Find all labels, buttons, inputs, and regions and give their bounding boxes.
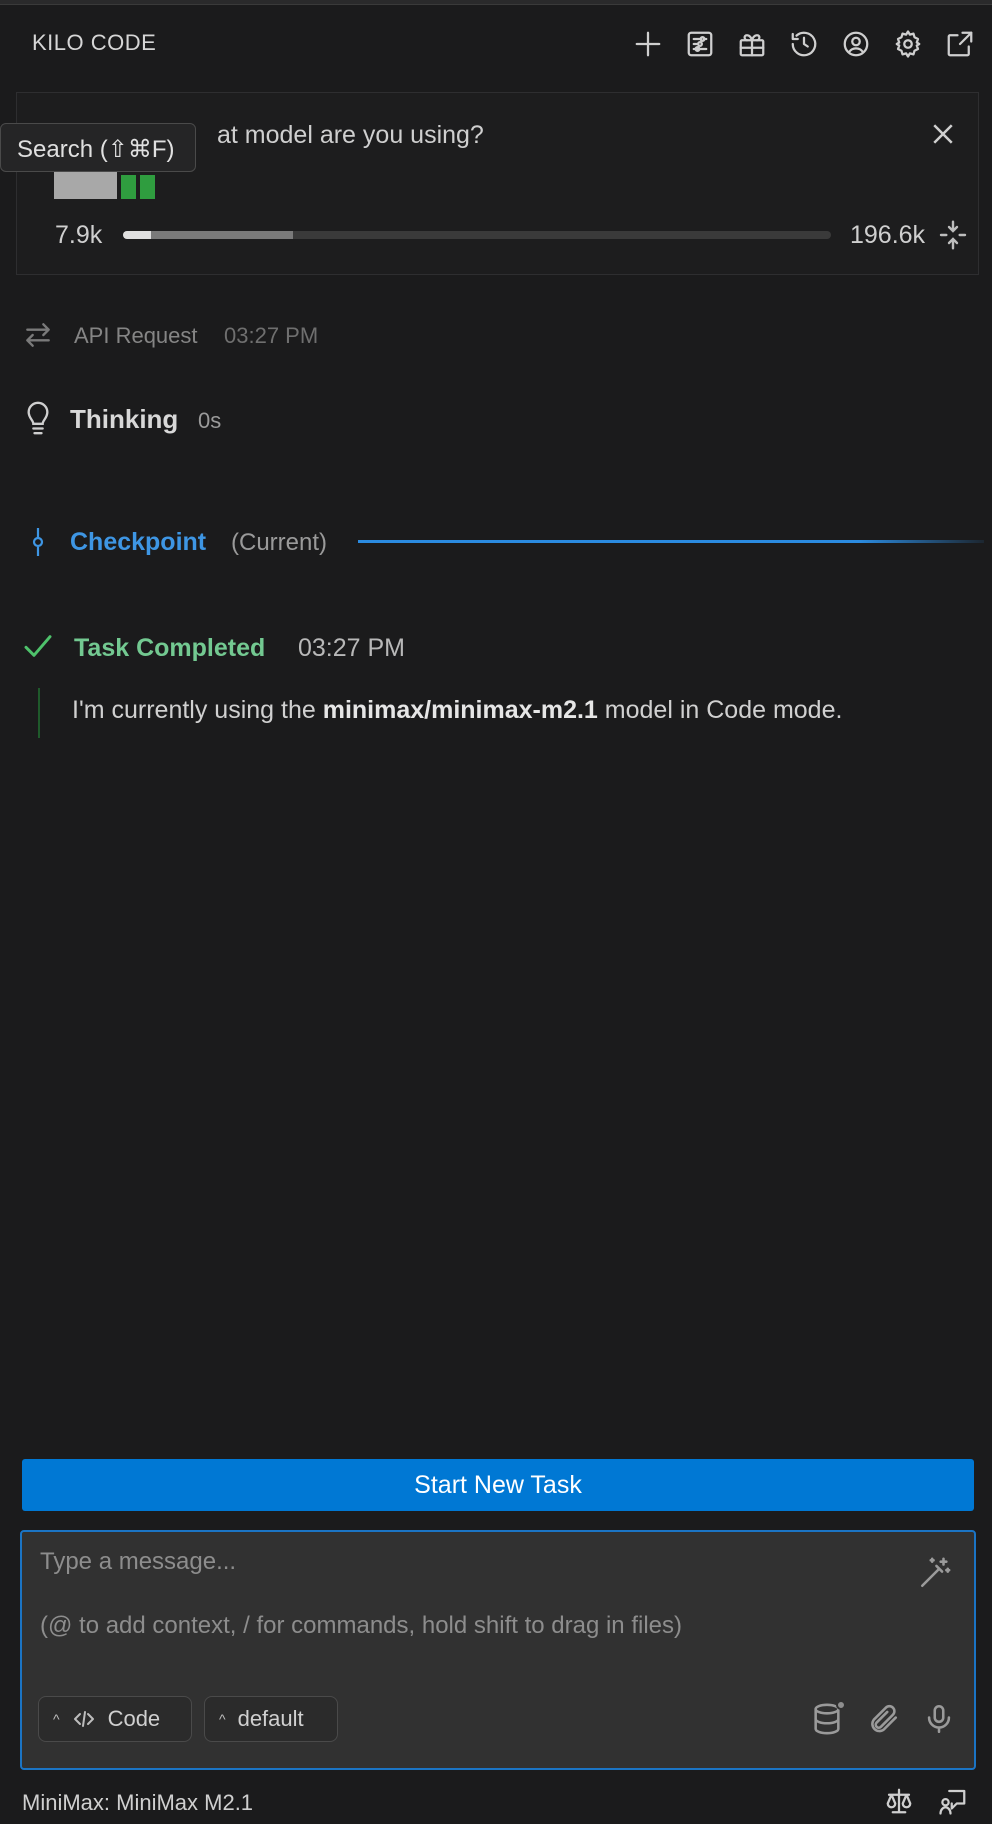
profile-selector[interactable]: ^ default <box>204 1696 338 1742</box>
marketplace-icon[interactable] <box>732 24 772 64</box>
chat-input[interactable]: Type a message... (@ to add context, / f… <box>20 1530 976 1770</box>
scales-icon[interactable] <box>884 1786 916 1818</box>
history-icon[interactable] <box>784 24 824 64</box>
task-header-card: at model are you using? 7.9k 196.6k <box>16 92 979 275</box>
input-tools <box>810 1700 958 1738</box>
input-hint: (@ to add context, / for commands, hold … <box>40 1612 682 1639</box>
chevron-up-icon: ^ <box>53 1711 60 1727</box>
thinking-label: Thinking <box>70 404 179 434</box>
mode-label: Code <box>107 1706 161 1731</box>
model-label[interactable]: MiniMax: MiniMax M2.1 <box>22 1790 253 1816</box>
search-tooltip: Search (⇧⌘F) <box>0 123 196 172</box>
api-request-time: 03:27 PM <box>224 323 319 348</box>
task-completed-row: Task Completed 03:27 PM <box>0 628 992 668</box>
status-bar: MiniMax: MiniMax M2.1 <box>0 1788 992 1818</box>
answer-suffix: model in Code mode. <box>597 696 843 724</box>
panel-header: KILO CODE <box>0 6 992 76</box>
context-fill-used <box>123 231 152 239</box>
paperclip-icon[interactable] <box>866 1702 902 1738</box>
start-new-task-button[interactable]: Start New Task <box>22 1459 974 1511</box>
enhance-prompt-icon[interactable] <box>918 1556 952 1590</box>
feedback-icon[interactable] <box>938 1786 970 1818</box>
answer-model-name: minimax/minimax-m2.1 <box>322 696 598 724</box>
condense-context-icon[interactable] <box>937 219 969 251</box>
status-dot <box>836 1700 846 1710</box>
checkpoint-label: Checkpoint <box>70 528 207 556</box>
completion-result: I'm currently using the minimax/minimax-… <box>38 688 978 738</box>
account-icon[interactable] <box>836 24 876 64</box>
context-window-row: 7.9k 196.6k <box>37 219 977 251</box>
panel-title: KILO CODE <box>32 30 157 55</box>
top-border <box>0 0 992 5</box>
mode-selector[interactable]: ^ Code <box>38 1696 192 1742</box>
token-bar-green <box>121 175 136 199</box>
api-request-label: API Request <box>74 323 198 348</box>
completion-text: I'm currently using the minimax/minimax-… <box>72 696 842 725</box>
thinking-duration: 0s <box>198 408 222 433</box>
arrows-exchange-icon <box>26 323 50 347</box>
checkpoint-divider <box>358 540 984 543</box>
database-icon[interactable] <box>810 1700 846 1738</box>
context-tokens-used: 7.9k <box>55 221 103 249</box>
chevron-up-icon: ^ <box>219 1711 226 1727</box>
task-completed-label: Task Completed <box>74 634 266 662</box>
token-bar-green <box>140 175 155 199</box>
mcp-servers-icon[interactable] <box>680 24 720 64</box>
context-window-size: 196.6k <box>850 221 926 249</box>
microphone-icon[interactable] <box>922 1702 958 1738</box>
footer-icons <box>884 1786 970 1818</box>
profile-label: default <box>237 1706 304 1731</box>
task-completed-time: 03:27 PM <box>298 634 406 662</box>
header-toolbar <box>628 24 980 64</box>
checkpoint-row[interactable]: Checkpoint (Current) <box>0 522 992 562</box>
context-progress-bar <box>123 231 831 239</box>
context-fill-reserved <box>151 231 293 239</box>
open-in-editor-icon[interactable] <box>940 24 980 64</box>
checkpoint-state: (Current) <box>231 529 328 556</box>
token-bars <box>54 165 155 199</box>
thinking-row[interactable]: Thinking 0s <box>0 398 992 438</box>
plus-icon[interactable] <box>628 24 668 64</box>
gear-icon[interactable] <box>888 24 928 64</box>
answer-prefix: I'm currently using the <box>72 696 323 724</box>
input-placeholder: Type a message... <box>40 1548 237 1575</box>
code-icon <box>73 1711 94 1727</box>
task-question: at model are you using? <box>217 121 484 149</box>
api-request-row[interactable]: API Request 03:27 PM <box>0 315 992 355</box>
close-icon[interactable] <box>928 119 958 149</box>
git-commit-icon <box>32 528 44 556</box>
check-icon <box>24 635 52 657</box>
lightbulb-icon <box>27 401 49 435</box>
